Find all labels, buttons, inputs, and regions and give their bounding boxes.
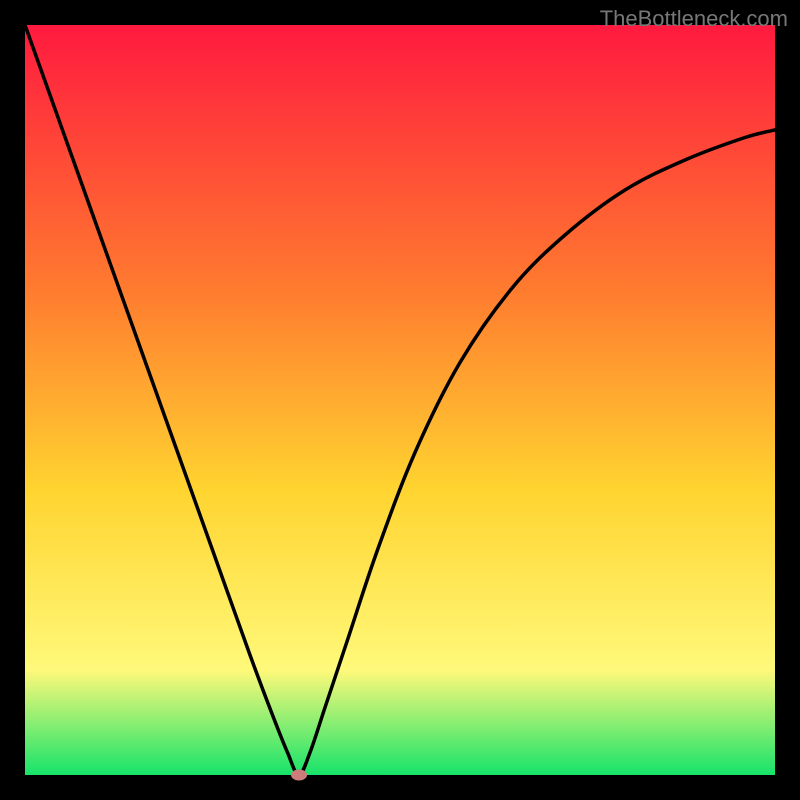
gradient-background	[25, 25, 775, 775]
chart-svg	[25, 25, 775, 775]
watermark-text: TheBottleneck.com	[600, 6, 788, 32]
optimum-marker	[291, 770, 307, 781]
plot-area	[25, 25, 775, 775]
